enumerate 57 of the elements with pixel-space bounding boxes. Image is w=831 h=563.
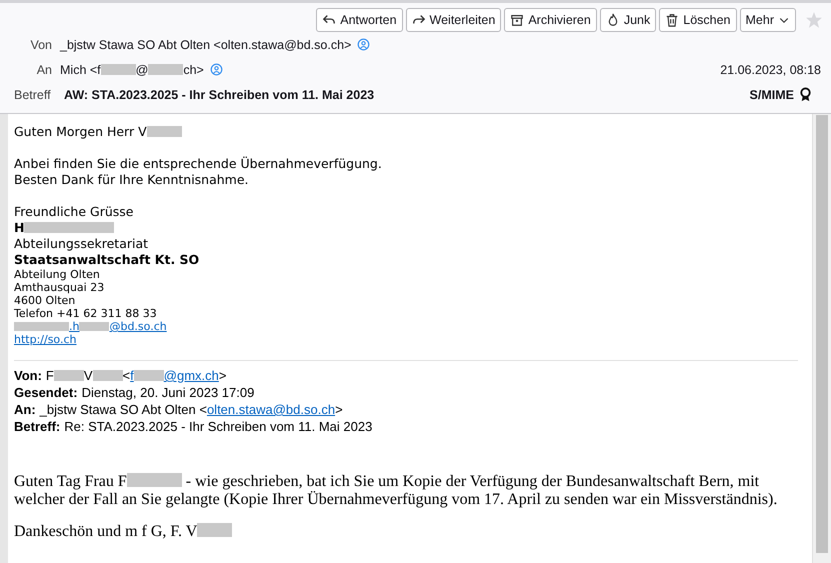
- body-text: Amthausquai 23: [14, 281, 104, 294]
- paragraph: Dankeschön und m f G, F. V: [14, 523, 792, 541]
- field-label: Betreff:: [14, 419, 60, 434]
- quote-text: >: [218, 368, 226, 383]
- address-text: @: [136, 62, 148, 76]
- field-label: Betreff: [14, 88, 52, 102]
- contact-icon: [357, 38, 370, 51]
- redaction-mark: [92, 370, 123, 381]
- body-text: 4600 Olten: [14, 294, 76, 307]
- junk-button[interactable]: Junk: [600, 8, 656, 32]
- field-label: Von:: [14, 368, 42, 383]
- body-text: Guten Morgen Herr V: [14, 124, 147, 139]
- body-text: Besten Dank für Ihre Kenntnisnahme.: [14, 172, 249, 187]
- body-text: Abteilung Olten: [14, 268, 100, 281]
- field-label: Von: [29, 38, 53, 52]
- redaction-mark: [146, 126, 182, 137]
- delete-button[interactable]: Löschen: [659, 8, 737, 32]
- quote-text: <: [122, 368, 130, 383]
- body-text: Abteilungssekretariat: [14, 236, 148, 251]
- email-link[interactable]: f @gmx.ch: [130, 368, 219, 383]
- security-label: S/MIME: [750, 88, 794, 102]
- subject-text: AW: STA.2023.2025 - Ihr Schreiben vom 11. Mai 2023: [64, 88, 376, 102]
- paragraph: Guten Tag Frau F - wie geschrieben, bat ich Sie um Kopie der Verfügung der Bundesanwaltschaft Bern, mit welcher der Fall an Sie gelangte (Kopie Ihrer Übernahmeverfügung vom 17. April zu senden war ein Missverständnis).: [14, 473, 778, 509]
- redaction-mark: [100, 64, 136, 75]
- star-icon: [805, 11, 823, 29]
- address-text: ch>: [183, 62, 204, 76]
- scrollbar[interactable]: [812, 114, 831, 563]
- body-text: Staatsanwaltschaft Kt. SO: [14, 252, 200, 267]
- body-text: H: [14, 220, 24, 235]
- quote-text: Re: STA.2023.2025 - Ihr Schreiben vom 11. Mai 2023: [64, 419, 372, 434]
- redaction-mark: [148, 64, 184, 75]
- quote-text: V: [84, 368, 93, 383]
- email-link[interactable]: olten.stawa@bd.so.ch: [206, 402, 336, 417]
- contact-icon: [210, 63, 223, 76]
- body-text: Freundliche Grüsse: [14, 204, 134, 219]
- address-text: Mich <f: [60, 62, 101, 76]
- body-text: Telefon +41 62 311 88 33: [14, 307, 157, 320]
- email-link[interactable]: http://so.ch: [14, 333, 76, 346]
- address-text: _bjstw Stawa SO Abt Olten <olten.stawa@bd.so.ch>: [60, 38, 352, 52]
- body-text: Anbei finden Sie die entsprechende Übernahmeverfügung.: [14, 156, 382, 171]
- forward-button[interactable]: Weiterleiten: [406, 8, 502, 32]
- field-label: An: [36, 62, 53, 76]
- more-button[interactable]: Mehr: [740, 8, 796, 32]
- quote-text: >: [335, 402, 343, 417]
- quote-text: _bjstw Stawa SO Abt Olten <: [40, 402, 207, 417]
- quote-text: F: [46, 368, 54, 383]
- ribbon-icon: [798, 87, 813, 102]
- reply-button[interactable]: Antworten: [316, 8, 403, 32]
- redaction-mark: [54, 370, 84, 381]
- trash-icon: [665, 13, 680, 27]
- archive-box-icon: [510, 13, 524, 27]
- email-link[interactable]: .h @bd.so.ch: [14, 320, 167, 333]
- date-text: 21.06.2023, 08:18: [720, 62, 822, 76]
- quote-text: Dienstag, 20. Juni 2023 17:09: [82, 385, 254, 400]
- field-label: Gesendet:: [14, 385, 78, 400]
- field-label: An:: [14, 402, 36, 417]
- archive-button[interactable]: Archivieren: [504, 8, 597, 32]
